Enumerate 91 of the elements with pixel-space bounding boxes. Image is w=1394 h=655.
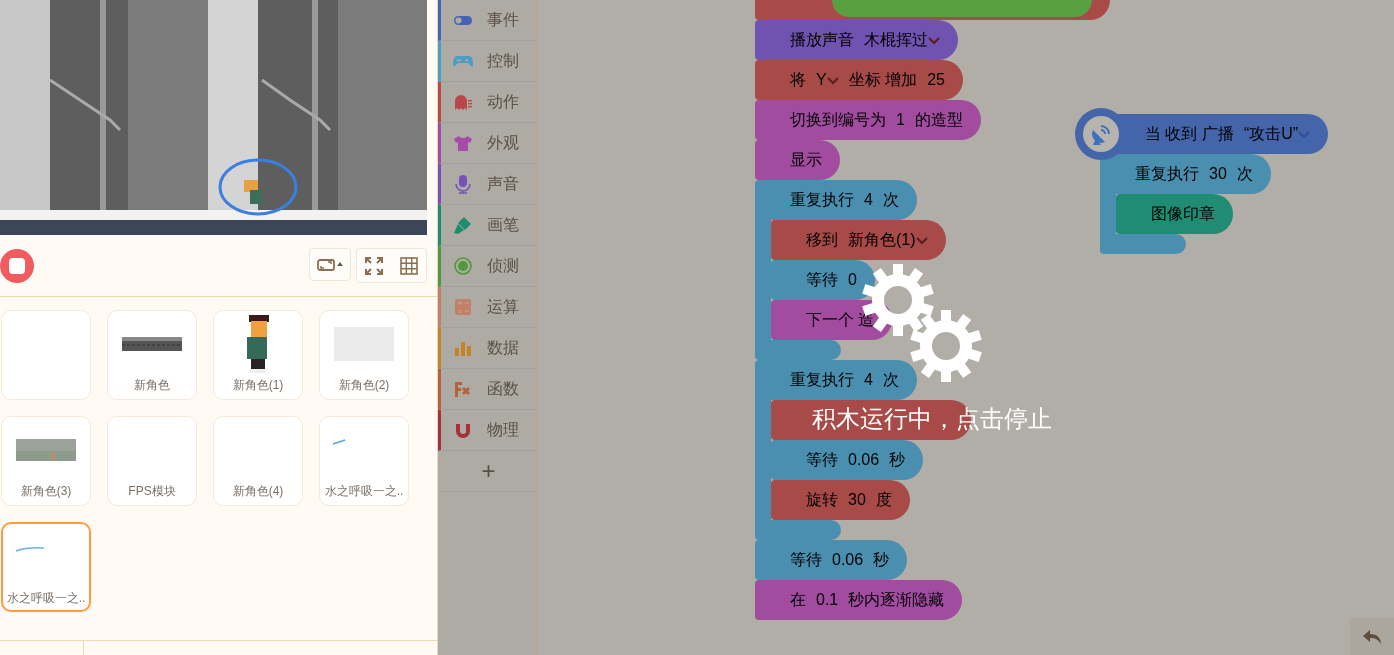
sprite-card[interactable]: FPS模块 xyxy=(107,416,197,506)
code-block[interactable]: 在 0.1 秒内逐渐隐藏 xyxy=(755,580,963,620)
block-label: 旋转 xyxy=(806,489,838,510)
add-category-button[interactable]: + xyxy=(438,451,536,492)
block-label: 的造型 xyxy=(914,109,963,130)
number-input[interactable]: 0.1 xyxy=(816,591,839,609)
block-label: 等待 xyxy=(806,449,838,470)
block-label: 次 xyxy=(882,189,899,210)
sprite-card[interactable]: 新角色(3) xyxy=(1,416,91,506)
category-label: 动作 xyxy=(487,91,519,112)
caret-icon xyxy=(928,36,940,45)
category-label: 画笔 xyxy=(487,214,519,235)
block-label: 度 xyxy=(875,489,892,510)
caret-icon xyxy=(826,77,839,85)
code-block[interactable]: 重复执行 30 次 xyxy=(1100,154,1271,194)
sprite-card[interactable]: 新角色(1) xyxy=(213,310,303,400)
block-label: 播放声音 xyxy=(790,29,854,50)
grid-icon[interactable] xyxy=(399,256,418,275)
number-input[interactable]: 30 xyxy=(848,491,866,509)
stop-button[interactable] xyxy=(0,248,34,283)
code-block[interactable]: 重复执行 4 次 xyxy=(755,360,917,400)
code-block[interactable]: 将 Y 坐标 增加 25 xyxy=(755,60,963,100)
code-block[interactable]: 重复执行 4 次 xyxy=(755,180,917,220)
block-label: 将 xyxy=(790,69,806,90)
block-label: 移到 xyxy=(806,229,838,250)
block-label: 次 xyxy=(1236,163,1253,184)
category-label: 控制 xyxy=(487,50,519,71)
sprite-name: 新角色(4) xyxy=(232,483,284,500)
category-label: 事件 xyxy=(487,9,519,30)
code-block[interactable]: 图像印章 xyxy=(1116,194,1233,234)
category-label: 数据 xyxy=(487,337,519,358)
block-label: 次 xyxy=(882,369,899,390)
number-input[interactable]: 4 xyxy=(864,191,873,209)
number-input[interactable]: 0.06 xyxy=(848,451,880,469)
code-block[interactable]: 移到 新角色(1) xyxy=(771,220,946,260)
block-label: 切换到编号为 xyxy=(790,109,886,130)
block-label: 重复执行 xyxy=(790,369,854,390)
category-label: 物理 xyxy=(487,419,519,440)
block-label: 秒内逐渐隐藏 xyxy=(848,589,945,610)
block-label: 显示 xyxy=(790,149,822,170)
sprite-name: 新角色(3) xyxy=(20,483,72,500)
dropdown[interactable]: Y xyxy=(816,71,839,89)
category-label: 声音 xyxy=(487,173,519,194)
block-label: 等待 xyxy=(790,549,822,570)
block-label: 秒 xyxy=(889,449,906,470)
caret-icon xyxy=(915,236,928,245)
block-label: 坐标 增加 xyxy=(848,69,918,90)
number-input[interactable]: 1 xyxy=(896,111,905,129)
sprite-name: 新角色 xyxy=(134,377,170,394)
code-block[interactable]: 等待 0.06 秒 xyxy=(771,440,924,480)
code-block[interactable]: 播放声音 木棍挥过 xyxy=(755,20,958,60)
code-block[interactable]: 显示 xyxy=(755,140,840,180)
sprite-name: 水之呼吸一之.. xyxy=(324,483,404,500)
number-input[interactable]: 0 xyxy=(848,271,857,289)
number-input[interactable]: 30 xyxy=(1209,165,1227,183)
fullscreen-icon[interactable] xyxy=(365,256,384,275)
sprite-name: 水之呼吸一之.. xyxy=(6,590,86,607)
undo-button[interactable] xyxy=(1350,618,1394,655)
block-label: 等待 xyxy=(806,269,838,290)
block-label: 在 xyxy=(790,589,806,610)
sprite-card[interactable]: 新角色 xyxy=(107,310,197,400)
category-label: 运算 xyxy=(487,296,519,317)
code-block[interactable]: 旋转 30 度 xyxy=(771,480,910,520)
category-label: 外观 xyxy=(487,132,519,153)
dropdown[interactable]: “攻击U” xyxy=(1243,123,1311,145)
block-label: 重复执行 xyxy=(1135,163,1199,184)
block-label: 秒 xyxy=(873,549,890,570)
sprite-card[interactable]: 水之呼吸一之.. xyxy=(319,416,409,506)
number-input[interactable]: 25 xyxy=(927,71,945,89)
number-input[interactable]: 4 xyxy=(864,371,873,389)
sprite-name: FPS模块 xyxy=(128,483,176,500)
code-block[interactable]: 切换到编号为 1 的造型 xyxy=(755,100,981,140)
block-label: 当 收到 广播 xyxy=(1145,123,1234,144)
sprite-card[interactable]: 新角色(2) xyxy=(319,310,409,400)
sprite-name: 新角色(1) xyxy=(232,377,284,394)
category-label: 函数 xyxy=(487,378,519,399)
code-block[interactable]: 等待 0.06 秒 xyxy=(755,540,908,580)
sprite-card[interactable]: 水之呼吸一之.. xyxy=(1,522,91,612)
code-block[interactable]: 等待 0 xyxy=(771,260,875,300)
screen-size-button[interactable] xyxy=(309,248,351,281)
category-label: 侦测 xyxy=(487,255,519,276)
dropdown[interactable]: 新角色(1) xyxy=(848,229,928,251)
dropdown[interactable]: 木棍挥过 xyxy=(864,29,940,51)
sprite-card[interactable]: 新角色(4) xyxy=(213,416,303,506)
number-input[interactable]: 0.06 xyxy=(832,551,864,569)
block-label: 重复执行 xyxy=(790,189,854,210)
screen-size-icon xyxy=(317,257,343,272)
undo-icon xyxy=(1362,628,1382,645)
block-label: 图像印章 xyxy=(1151,203,1215,224)
sprite-name: 新角色(2) xyxy=(338,377,390,394)
running-message[interactable]: 积木运行中，点击停止 xyxy=(812,403,1052,435)
